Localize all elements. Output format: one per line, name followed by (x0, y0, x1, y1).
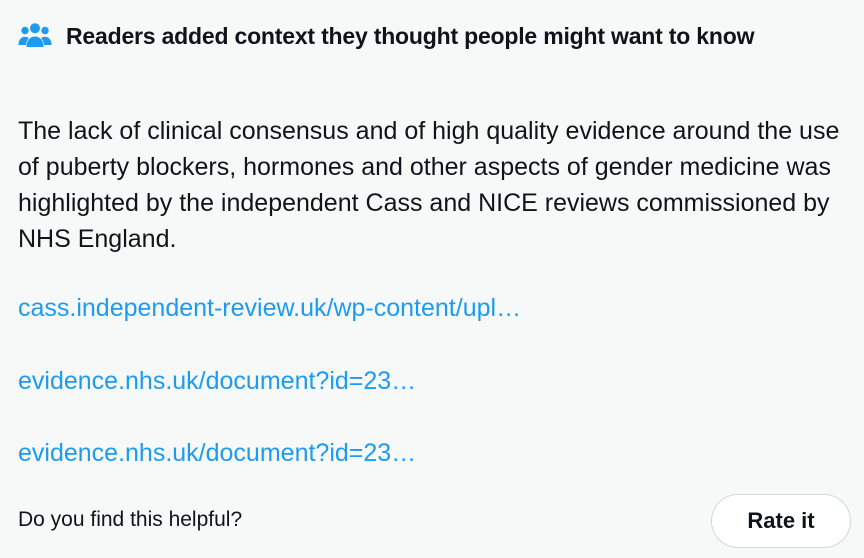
source-link-cass-review[interactable]: cass.independent-review.uk/wp-content/up… (18, 290, 521, 326)
source-link-nhs-evidence-2[interactable]: evidence.nhs.uk/document?id=23… (18, 435, 416, 471)
note-header-title: Readers added context they thought peopl… (66, 22, 755, 49)
helpful-question: Do you find this helpful? (18, 508, 243, 531)
note-body-text: The lack of clinical consensus and of hi… (18, 117, 840, 253)
rate-it-button[interactable]: Rate it (711, 494, 851, 548)
community-note-card: Readers added context they thought peopl… (0, 0, 864, 558)
source-link-nhs-evidence-1[interactable]: evidence.nhs.uk/document?id=23… (18, 363, 416, 399)
note-header: Readers added context they thought peopl… (17, 18, 754, 54)
people-icon (17, 18, 53, 54)
